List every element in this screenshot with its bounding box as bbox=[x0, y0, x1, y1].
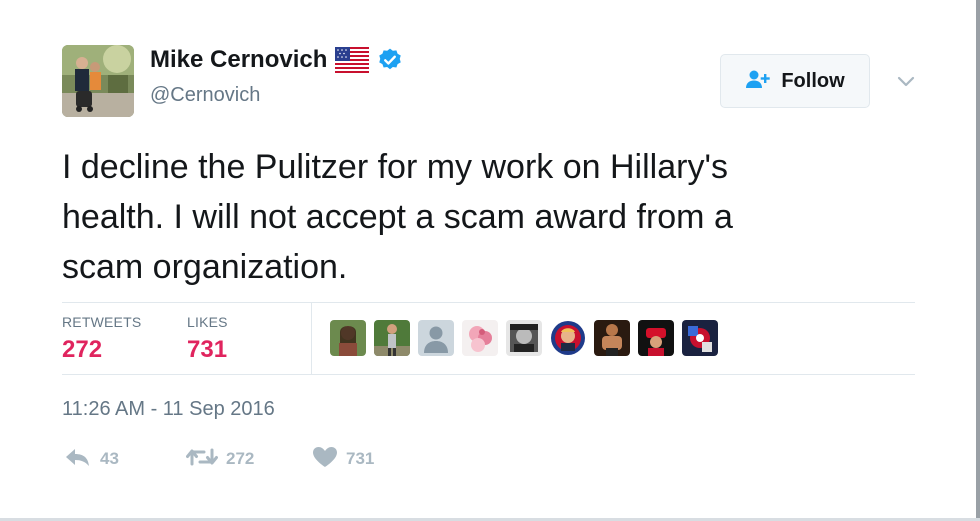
retweets-stat[interactable]: RETWEETS 272 bbox=[62, 314, 141, 364]
retweet-action[interactable]: 272 bbox=[186, 446, 254, 472]
tweet-text-line: I decline the Pulitzer for my work on Hi… bbox=[62, 148, 728, 186]
chevron-down-icon[interactable] bbox=[895, 70, 917, 92]
retweet-icon bbox=[186, 446, 218, 473]
window-right-edge bbox=[976, 0, 980, 521]
liker-avatar[interactable] bbox=[594, 320, 630, 356]
stats-bottom-divider bbox=[62, 374, 915, 375]
retweet-count: 272 bbox=[226, 449, 255, 468]
verified-badge-icon bbox=[377, 47, 403, 73]
retweets-count: 272 bbox=[62, 336, 103, 363]
liker-avatars bbox=[330, 320, 718, 356]
likes-stat[interactable]: LIKES 731 bbox=[187, 314, 228, 364]
stats-top-divider bbox=[62, 302, 915, 303]
liker-avatar[interactable] bbox=[506, 320, 542, 356]
follow-button[interactable]: Follow bbox=[720, 54, 870, 108]
like-action[interactable]: 731 bbox=[312, 446, 374, 472]
like-count: 731 bbox=[346, 449, 375, 468]
tweet-text-line: health. I will not accept a scam award f… bbox=[62, 198, 733, 236]
liker-avatar[interactable] bbox=[418, 320, 454, 356]
user-handle[interactable]: @Cernovich bbox=[150, 84, 260, 107]
likes-label: LIKES bbox=[187, 314, 228, 330]
follow-button-label: Follow bbox=[781, 69, 845, 92]
reply-count: 43 bbox=[100, 449, 119, 468]
tweet-text: I decline the Pulitzer for my work on Hi… bbox=[62, 142, 902, 292]
liker-avatar[interactable] bbox=[462, 320, 498, 356]
liker-avatar[interactable] bbox=[550, 320, 586, 356]
profile-avatar[interactable] bbox=[62, 45, 134, 117]
reply-icon bbox=[64, 446, 92, 473]
tweet-timestamp[interactable]: 11:26 AM - 11 Sep 2016 bbox=[62, 398, 275, 421]
retweets-label: RETWEETS bbox=[62, 314, 142, 330]
heart-icon bbox=[312, 446, 338, 473]
us-flag-icon bbox=[335, 47, 370, 73]
liker-avatar[interactable] bbox=[330, 320, 366, 356]
liker-avatar[interactable] bbox=[682, 320, 718, 356]
reply-action[interactable]: 43 bbox=[64, 446, 119, 472]
user-name-row: Mike Cernovich bbox=[150, 46, 403, 74]
display-name[interactable]: Mike Cernovich bbox=[150, 46, 327, 74]
liker-avatar[interactable] bbox=[638, 320, 674, 356]
tweet-text-line: scam organization. bbox=[62, 248, 348, 286]
liker-avatar[interactable] bbox=[374, 320, 410, 356]
add-user-icon bbox=[745, 69, 771, 94]
likes-count: 731 bbox=[187, 336, 228, 363]
stats-vertical-divider bbox=[311, 303, 312, 375]
